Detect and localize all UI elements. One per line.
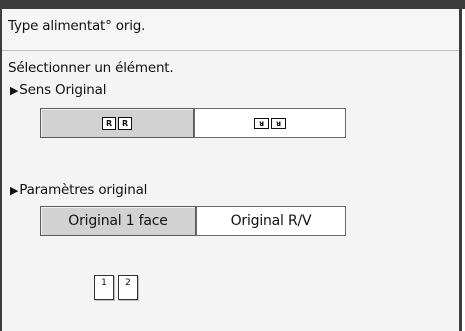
original-settings-label: Paramètres original: [19, 182, 148, 198]
original-one-side-button[interactable]: Original 1 face: [40, 206, 196, 236]
page-1-icon: 1: [94, 275, 114, 300]
dialog-panel: Type alimentat° orig. Sélectionner un él…: [0, 9, 462, 331]
dialog-title: Type alimentat° orig.: [2, 9, 459, 51]
triangle-right-icon: ▶: [10, 83, 19, 97]
original-duplex-label: Original R/V: [230, 213, 312, 229]
portrait-page-icon: R: [102, 116, 116, 130]
triangle-right-icon: ▶: [10, 183, 19, 197]
landscape-orientation-icon: ᴚ ᴚ: [254, 117, 286, 129]
top-bar: [0, 0, 465, 9]
original-one-side-label: Original 1 face: [68, 213, 168, 229]
orientation-landscape-button[interactable]: ᴚ ᴚ: [194, 108, 346, 138]
orientation-label: Sens Original: [19, 82, 107, 98]
original-settings-section-label: ▶ Paramètres original: [10, 182, 147, 198]
page-2-icon: 2: [118, 275, 138, 300]
landscape-page-icon: ᴚ: [254, 117, 269, 129]
prompt-text: Sélectionner un élément.: [8, 60, 174, 76]
portrait-page-icon: R: [118, 116, 132, 130]
orientation-section-label: ▶ Sens Original: [10, 82, 106, 98]
original-duplex-button[interactable]: Original R/V: [196, 206, 346, 236]
landscape-page-icon: ᴚ: [271, 117, 286, 129]
portrait-orientation-icon: R R: [102, 116, 132, 130]
page-icons: 1 2: [94, 275, 138, 300]
orientation-portrait-button[interactable]: R R: [40, 108, 194, 138]
